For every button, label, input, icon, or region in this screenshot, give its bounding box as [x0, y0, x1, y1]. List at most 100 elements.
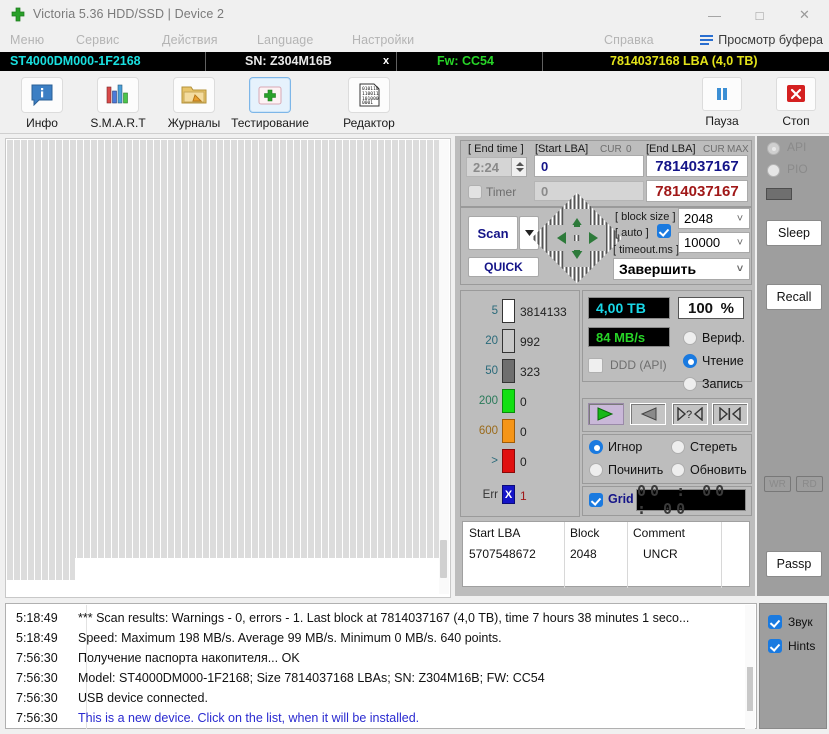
sound-option[interactable]: Звук	[768, 615, 813, 629]
end-lba-field[interactable]: 7814037167	[646, 155, 748, 177]
toolbar-button-smart[interactable]: S.M.A.R.T	[79, 77, 157, 130]
menu-item-settings[interactable]: Настройки	[352, 33, 414, 47]
menu-item-help[interactable]: Справка	[604, 33, 654, 47]
defects-cell-block: 2048	[570, 546, 597, 561]
quick-button[interactable]: QUICK	[468, 257, 539, 277]
start-lba-zero-button[interactable]: 0	[626, 144, 632, 155]
stop-icon-box	[776, 77, 816, 111]
buffer-view-label: Просмотр буфера	[718, 33, 823, 47]
stat-swatch-5	[502, 449, 515, 473]
log-scroll-thumb[interactable]	[747, 667, 753, 711]
end-lba-max-button[interactable]: MAX	[727, 144, 749, 155]
log-row: 7:56:30 USB device connected.	[6, 688, 742, 708]
transport-skip-button[interactable]	[712, 403, 748, 425]
pio-label: PIO	[787, 162, 808, 176]
grid-checkbox[interactable]	[589, 493, 603, 507]
smart-chart-icon	[106, 84, 128, 104]
toolbar-label-editor: Редактор	[343, 116, 395, 130]
passport-button[interactable]: Passp	[766, 551, 822, 577]
defect-radio-erase[interactable]	[671, 440, 685, 454]
stat-threshold-2: 50	[485, 365, 498, 377]
toolbar-button-info[interactable]: Инфо	[3, 77, 81, 130]
menu-item-service[interactable]: Сервис	[76, 33, 119, 47]
transport-query-button[interactable]: ?	[672, 403, 708, 425]
log-scrollbar[interactable]	[745, 605, 755, 729]
defect-radio-refresh[interactable]	[671, 463, 685, 477]
stat-threshold-6: Err	[482, 489, 498, 501]
stat-swatch-3	[502, 389, 515, 413]
recall-button[interactable]: Recall	[766, 284, 822, 310]
auto-block-size-checkbox[interactable]	[657, 224, 671, 238]
stat-count-4: 0	[520, 425, 527, 439]
transport-play-button[interactable]	[588, 403, 624, 425]
end-time-field[interactable]: 2:24	[466, 157, 512, 177]
mode-radio-verify[interactable]	[683, 331, 697, 345]
block-map-inner	[7, 140, 439, 594]
speed-lcd: 84 MB/s	[588, 327, 670, 347]
transport-rewind-button[interactable]	[630, 403, 666, 425]
device-close-icon[interactable]: x	[383, 55, 389, 67]
pio-radio[interactable]	[767, 164, 780, 177]
log-message: Model: ST4000DM000-1F2168; Size 78140371…	[78, 671, 545, 685]
block-map-empty-tail	[75, 558, 439, 580]
start-lba-cur-button[interactable]: CUR	[600, 144, 622, 155]
dpad-right-button[interactable]	[580, 225, 606, 251]
log-message: *** Scan results: Warnings - 0, errors -…	[78, 611, 690, 625]
mode-label-write: Запись	[702, 377, 744, 391]
canvas-scrollbar[interactable]	[439, 140, 449, 594]
navigation-dpad[interactable]	[531, 192, 623, 284]
menu-item-menu[interactable]: Меню	[10, 33, 44, 47]
dpad-left-button[interactable]	[548, 225, 574, 251]
ddd-checkbox[interactable]	[588, 358, 603, 373]
sleep-button[interactable]: Sleep	[766, 220, 822, 246]
scan-button[interactable]: Scan	[468, 216, 518, 250]
minimize-button[interactable]: —	[692, 0, 737, 30]
grid-label: Grid	[608, 492, 634, 506]
rd-button[interactable]: RD	[796, 476, 823, 492]
stat-count-6: 1	[520, 489, 527, 503]
sound-checkbox[interactable]	[768, 615, 782, 629]
rewind-icon	[640, 407, 657, 421]
mode-radio-read[interactable]	[683, 354, 697, 368]
wr-button[interactable]: WR	[764, 476, 791, 492]
logs-icon-box	[173, 77, 215, 113]
toolbar-label-stop: Стоп	[782, 114, 810, 128]
menu-item-actions[interactable]: Действия	[162, 33, 218, 47]
defects-table[interactable]: Start LBA Block Comment 5707548672 2048 …	[462, 521, 750, 588]
log-panel[interactable]: 5:18:49 *** Scan results: Warnings - 0, …	[5, 603, 757, 729]
smart-icon-box	[97, 77, 139, 113]
menu-item-language[interactable]: Language	[257, 33, 313, 47]
stat-threshold-5: >	[491, 455, 498, 467]
device-model: ST4000DM000-1F2168	[10, 54, 141, 68]
block-map-canvas[interactable]	[5, 138, 451, 598]
canvas-scroll-thumb[interactable]	[440, 540, 447, 578]
toolbar-button-pause[interactable]: Пауза	[692, 77, 752, 128]
defect-radio-repair[interactable]	[589, 463, 603, 477]
buffer-view-button[interactable]: Просмотр буфера	[700, 33, 823, 47]
skip-start-icon	[719, 407, 741, 421]
end-lba-cur-button[interactable]: CUR	[703, 144, 725, 155]
defect-label-ignore: Игнор	[608, 440, 643, 454]
toolbar-button-logs[interactable]: Журналы	[155, 77, 233, 130]
defects-col-start-lba: Start LBA	[469, 525, 521, 540]
log-time: 7:56:30	[16, 691, 58, 705]
timer-checkbox[interactable]	[468, 185, 482, 199]
end-time-spinner[interactable]	[512, 157, 527, 177]
api-radio[interactable]	[767, 142, 780, 155]
post-action-select[interactable]: Завершить ˅	[613, 258, 750, 280]
start-lba-field[interactable]: 0	[534, 155, 644, 177]
log-time: 5:18:49	[16, 611, 58, 625]
stat-swatch-2	[502, 359, 515, 383]
hints-option[interactable]: Hints	[768, 639, 815, 653]
hints-checkbox[interactable]	[768, 639, 782, 653]
maximize-button[interactable]: □	[737, 0, 782, 30]
block-size-select[interactable]: 2048 ˅	[678, 208, 750, 229]
toolbar-button-testing[interactable]: Тестирование	[231, 77, 309, 130]
close-button[interactable]: ✕	[782, 0, 827, 30]
toolbar-button-stop[interactable]: Стоп	[766, 77, 826, 128]
mode-radio-write[interactable]	[683, 377, 697, 391]
toolbar-button-editor[interactable]: 010110 110011 101000 0001 Редактор	[330, 77, 408, 130]
toolbar-label-smart: S.M.A.R.T	[90, 116, 146, 130]
defect-radio-ignore[interactable]	[589, 440, 603, 454]
timeout-select[interactable]: 10000 ˅	[678, 232, 750, 253]
